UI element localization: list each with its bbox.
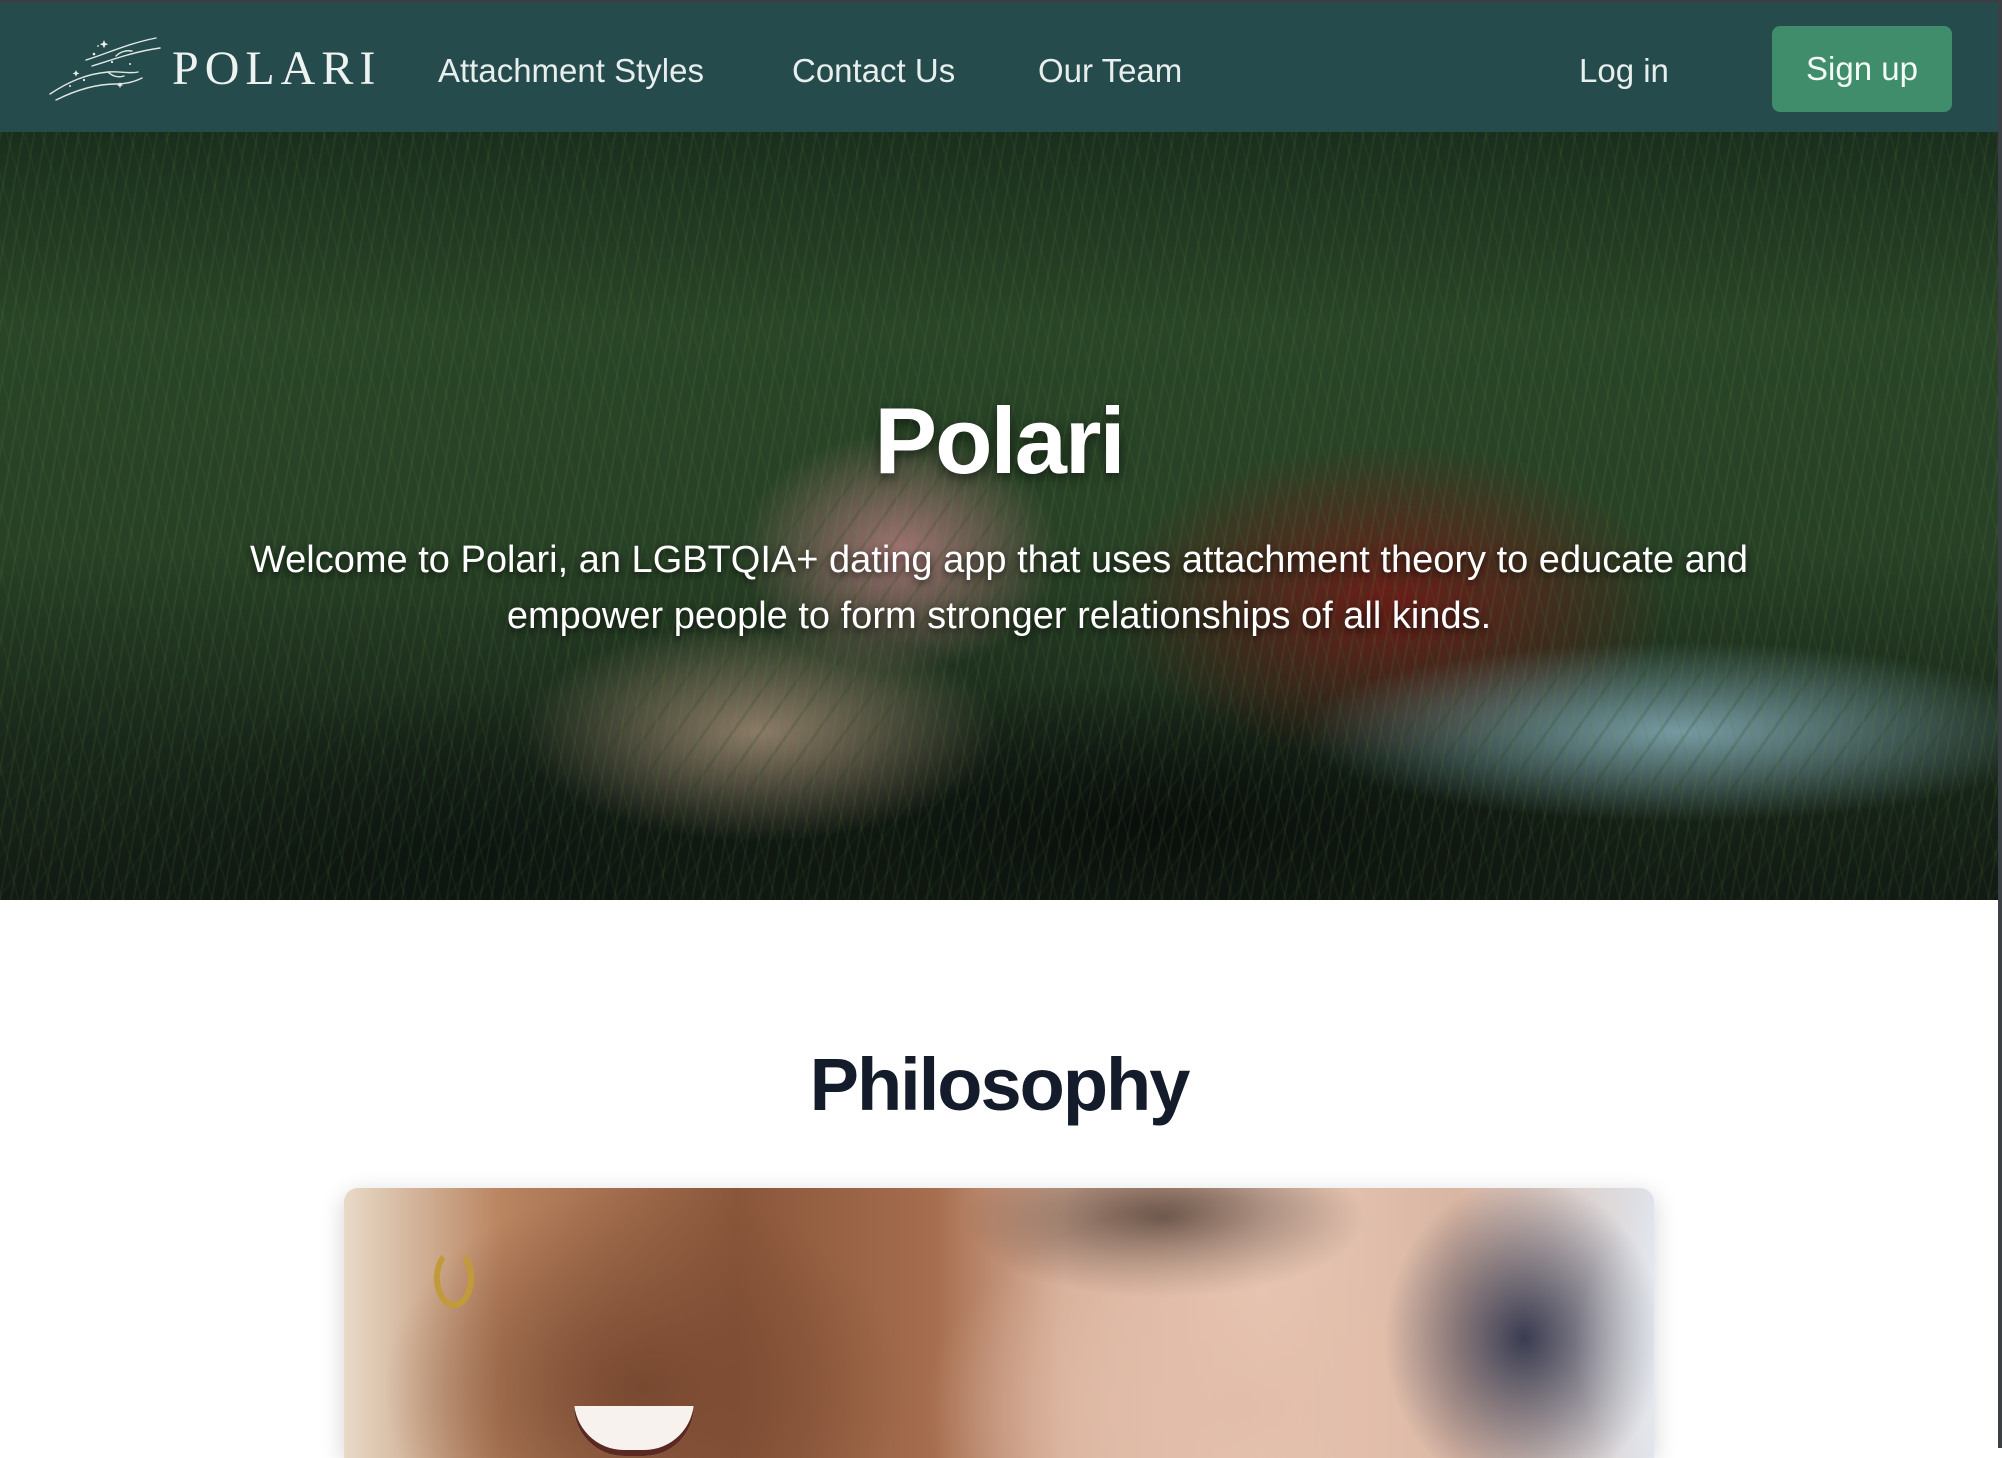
nav-link-attachment-styles[interactable]: Attachment Styles [438, 51, 704, 91]
navbar: POLARI Attachment Styles Contact Us Our … [0, 3, 1998, 132]
signup-button[interactable]: Sign up [1772, 26, 1952, 112]
brand-name: POLARI [172, 41, 382, 95]
nav-link-our-team[interactable]: Our Team [1038, 51, 1182, 91]
hero-banner: Polari Welcome to Polari, an LGBTQIA+ da… [0, 132, 1998, 900]
hero-title: Polari [874, 388, 1125, 493]
hands-stars-logo-icon [46, 32, 164, 104]
hero-subtitle: Welcome to Polari, an LGBTQIA+ dating ap… [249, 539, 1748, 637]
login-link[interactable]: Log in [1579, 51, 1669, 91]
philosophy-image [344, 1188, 1654, 1458]
window-right-border [1998, 0, 2002, 1448]
philosophy-heading: Philosophy [809, 1043, 1191, 1126]
brand-logo[interactable]: POLARI [46, 29, 375, 107]
nav-link-contact-us[interactable]: Contact Us [792, 51, 955, 91]
